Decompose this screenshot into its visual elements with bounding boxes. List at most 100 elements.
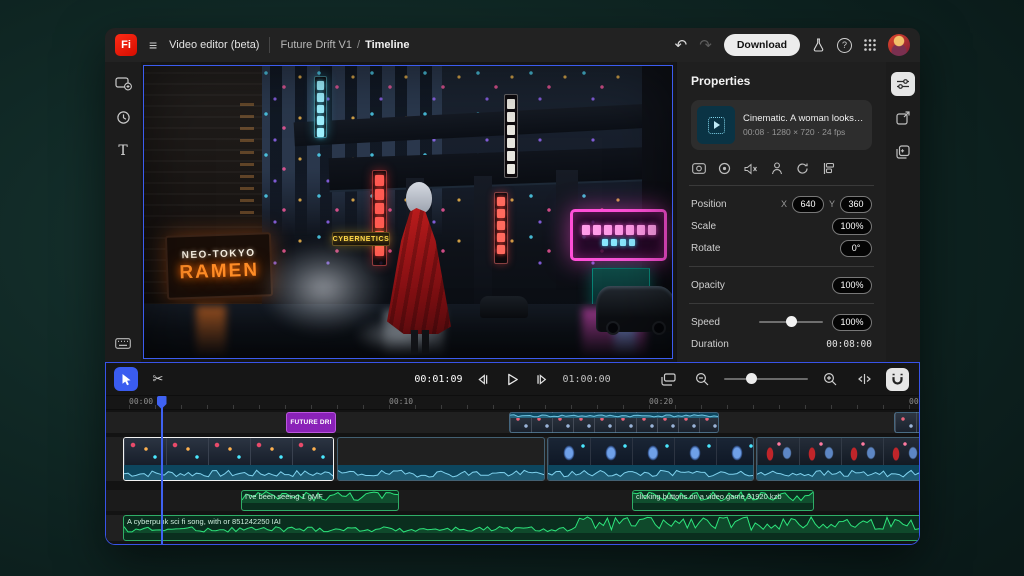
loop-icon[interactable] [717,161,732,176]
position-x-input[interactable]: 640 [792,196,824,213]
total-duration: 01:00:00 [563,374,611,385]
audio-track-1: I've been seeing 1 gMF clicking buttons … [106,490,919,511]
add-media-icon[interactable] [114,74,132,92]
history-icon[interactable] [114,108,132,126]
duration-value: 00:08:00 [826,339,872,350]
play-button[interactable] [503,367,523,391]
beaker-icon[interactable] [812,38,825,52]
opacity-input[interactable]: 100% [832,277,872,294]
topbar-actions: ↶ ↷ Download ? [675,34,910,56]
zoom-slider-knob[interactable] [746,373,757,384]
breadcrumb-separator: / [357,39,360,51]
firefly-logo[interactable]: Fi [115,34,137,56]
opacity-label: Opacity [691,280,827,291]
video-clip-city[interactable] [123,437,334,481]
duration-label: Duration [691,339,821,350]
rotate-row: Rotate 0° [691,237,872,259]
storyboard-icon[interactable] [821,161,836,176]
rotate-input[interactable]: 0° [840,240,872,257]
desktop-background: Fi ≡ Video editor (beta) Future Drift V1… [0,0,1024,576]
media-stack-icon[interactable] [891,140,915,164]
preview-canvas[interactable]: NEO-TOKYO RAMEN CYBERNETICS [143,65,673,359]
parked-car [596,286,673,332]
ruler-ticks [129,405,919,409]
video-clip-cape[interactable] [756,437,919,481]
keyboard-shortcuts-icon[interactable] [114,334,132,352]
timeline-tracks: 00:00 00:10 00:20 00:30 FUTURE DRI [106,396,919,544]
overlay-video-clip-partial[interactable] [894,412,919,433]
divider [689,303,874,304]
menu-icon[interactable]: ≡ [147,37,159,53]
video-clip-woman[interactable] [337,437,545,481]
split-tool-button[interactable]: ✂ [146,367,170,391]
selected-clip-card[interactable]: Cinematic. A woman looks a... v.ffgenvid… [691,100,872,150]
zoom-slider[interactable] [724,378,808,380]
scale-row: Scale 100% [691,215,872,237]
clip-info: Cinematic. A woman looks a... v.ffgenvid… [743,113,866,137]
audio-clip-voice[interactable]: I've been seeing 1 gMF [241,490,399,511]
edit-tools: ✂ [114,367,170,391]
audio-clip-sfx[interactable]: clicking buttons on a video game 31920 k… [632,490,814,511]
download-button[interactable]: Download [724,34,800,56]
audio-muted-icon[interactable] [743,161,758,176]
overlay-track: FUTURE DRI [106,412,919,433]
track-height-icon[interactable] [656,367,680,391]
clip-meta: 00:08 · 1280 × 720 · 24 fps [743,127,866,137]
playhead-line[interactable] [161,406,163,544]
main-video-track [106,437,919,481]
clip-action-icons [691,161,872,176]
breadcrumb-page: Timeline [365,39,409,51]
distant-car [480,296,528,318]
zoom-in-button[interactable] [818,367,842,391]
music-track: A cyberpunk sci fi song, with or 8512422… [106,515,919,541]
main-area: T [105,62,920,362]
speed-slider[interactable] [759,321,823,323]
video-clip-robot[interactable] [547,437,754,481]
divider [269,37,270,53]
opacity-row: Opacity 100% [691,274,872,296]
right-toolbar [886,62,920,362]
building-windows [240,94,254,214]
position-row: Position X 640 Y 360 [691,193,872,215]
regenerate-icon[interactable] [795,161,810,176]
apps-grid-icon[interactable] [864,39,876,51]
duration-row: Duration 00:08:00 [691,333,872,355]
camera-icon[interactable] [691,161,706,176]
audio-clip-music[interactable]: A cyberpunk sci fi song, with or 8512422… [123,515,919,541]
vertical-neon-sign-white [504,94,518,178]
top-bar: Fi ≡ Video editor (beta) Future Drift V1… [105,28,920,62]
help-icon[interactable]: ? [837,38,852,53]
x-axis-label: X [781,199,787,209]
step-back-button[interactable] [474,367,492,391]
speed-input[interactable]: 100% [832,314,872,331]
text-clip-future-drift[interactable]: FUTURE DRI [286,412,336,433]
scale-input[interactable]: 100% [832,218,872,235]
select-tool-button[interactable] [114,367,138,391]
position-y-input[interactable]: 360 [840,196,872,213]
snap-toggle[interactable] [886,368,909,391]
text-tool-icon[interactable]: T [114,142,132,160]
step-forward-button[interactable] [534,367,552,391]
undo-icon[interactable]: ↶ [675,38,688,53]
current-time: 00:01:09 [414,374,462,385]
timeline-toolbar: ✂ 00:01:09 01:00:00 [106,363,919,396]
position-label: Position [691,199,776,210]
redo-icon[interactable]: ↷ [699,38,712,53]
view-tools [656,367,909,391]
play-badge-icon [708,117,725,134]
fit-timeline-icon[interactable] [852,367,876,391]
ruler-tick-label: 00:00 [129,397,153,406]
street-reflection [196,306,226,358]
preview-area: NEO-TOKYO RAMEN CYBERNETICS [141,62,676,362]
overlay-video-clip[interactable] [509,412,719,433]
timeline-panel: ✂ 00:01:09 01:00:00 [105,362,920,545]
timeline-ruler[interactable]: 00:00 00:10 00:20 00:30 [106,396,919,410]
character-icon[interactable] [769,161,784,176]
user-avatar[interactable] [888,34,910,56]
app-window: Fi ≡ Video editor (beta) Future Drift V1… [105,28,920,545]
properties-panel: Properties Cinematic. A woman looks a...… [676,62,886,362]
zoom-out-button[interactable] [690,367,714,391]
breadcrumb-project[interactable]: Future Drift V1 [280,39,352,51]
properties-panel-toggle[interactable] [891,72,915,96]
export-panel-icon[interactable] [891,106,915,130]
